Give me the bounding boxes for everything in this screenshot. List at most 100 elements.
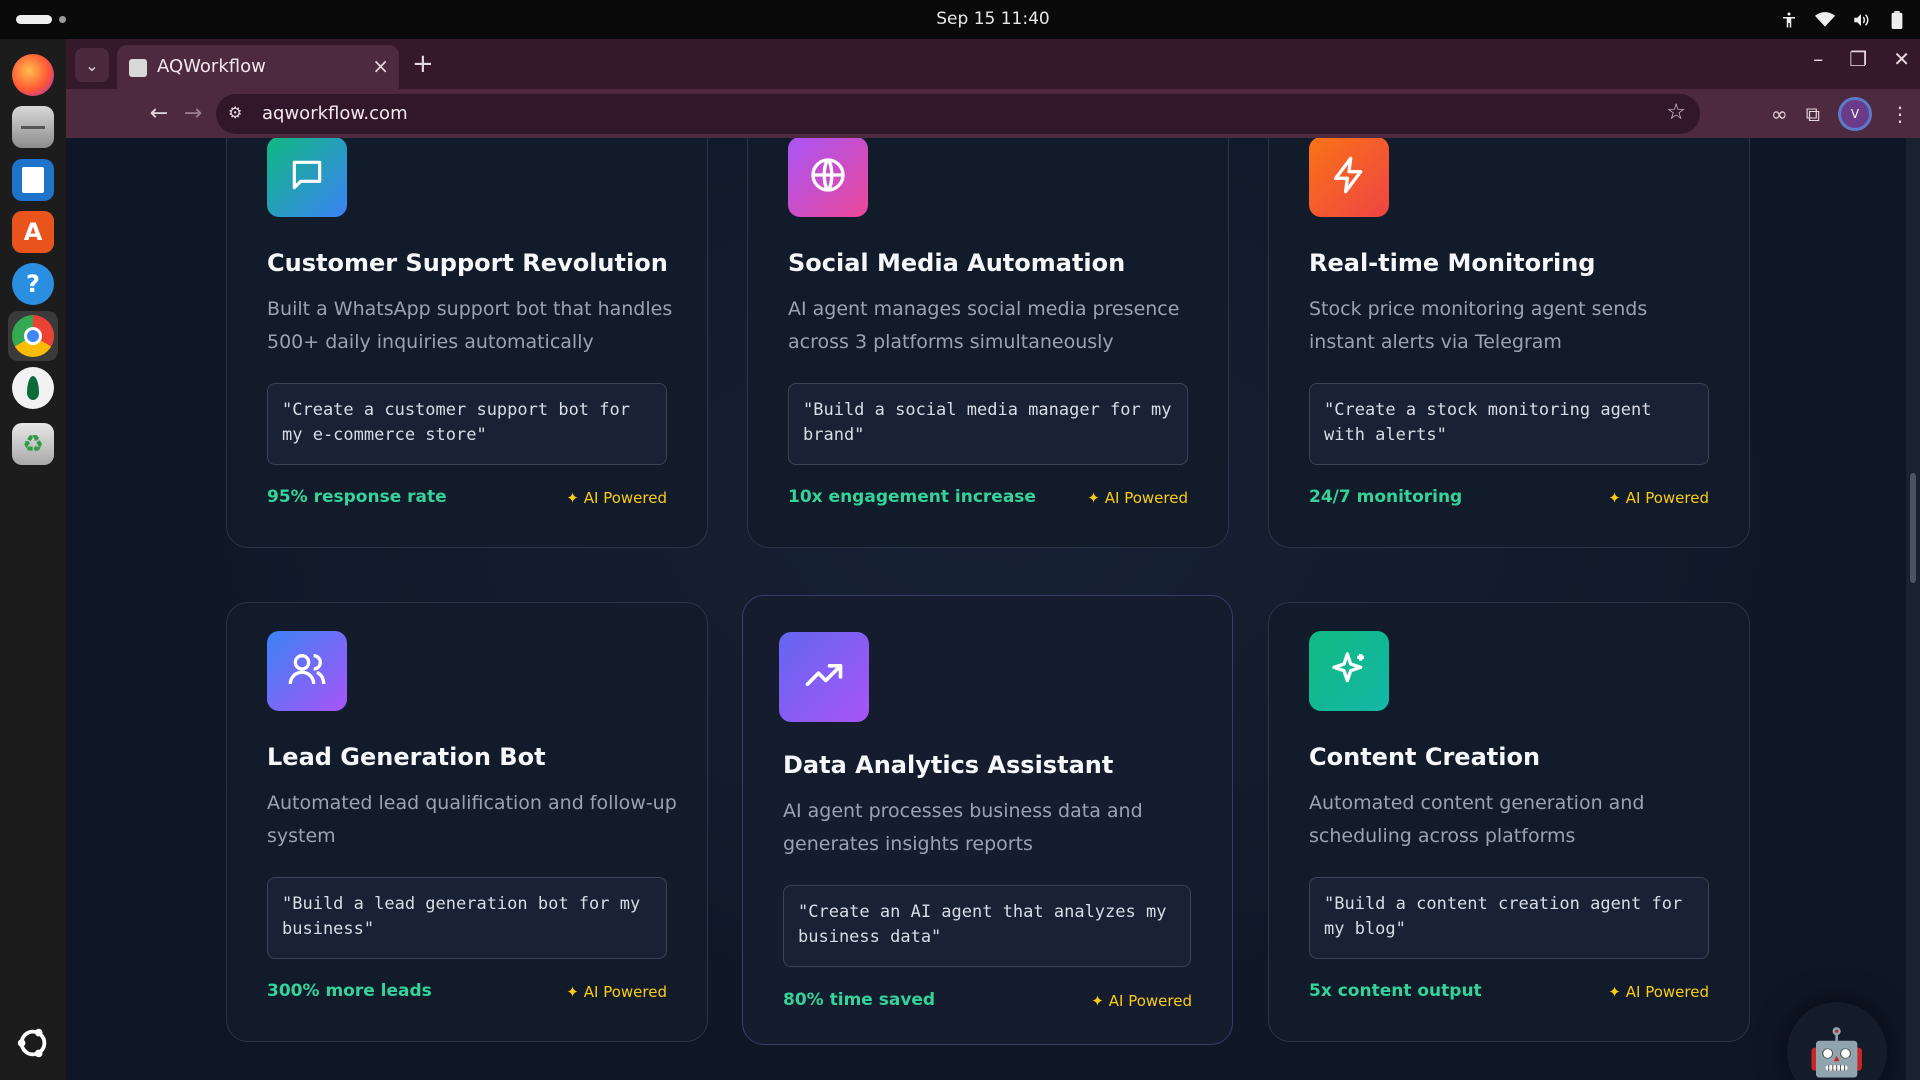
prompt-example[interactable]: "Build a content creation agent for my b… — [1309, 877, 1709, 959]
forward-button[interactable]: → — [178, 98, 208, 128]
badge-label: AI Powered — [583, 489, 667, 507]
badge-label: AI Powered — [1625, 489, 1709, 507]
extensions-puzzle-icon[interactable]: ⧉ — [1806, 102, 1820, 126]
scrollbar-thumb[interactable] — [1910, 473, 1916, 583]
site-settings-icon[interactable]: ⚙ — [228, 103, 242, 122]
firefox-launcher[interactable] — [8, 50, 58, 100]
browser-window: ⌄ AQWorkflow × + – ❐ ✕ ← → ⚙ aqworkflow.… — [66, 39, 1920, 1080]
close-tab-icon[interactable]: × — [372, 54, 389, 78]
app-center-icon: A — [12, 211, 54, 253]
new-tab-button[interactable]: + — [412, 49, 434, 79]
back-button[interactable]: ← — [144, 98, 174, 128]
prompt-example[interactable]: "Build a social media manager for my bra… — [788, 383, 1188, 465]
prompt-example[interactable]: "Create a customer support bot for my e-… — [267, 383, 667, 465]
card-description: Stock price monitoring agent sends insta… — [1309, 298, 1648, 353]
arrow-left-icon: ← — [149, 100, 169, 126]
prompt-example[interactable]: "Create a stock monitoring agent with al… — [1309, 383, 1709, 465]
card-metric: 10x engagement increase — [788, 487, 1036, 507]
firefox-icon — [12, 54, 54, 96]
maximize-icon[interactable]: ❐ — [1849, 47, 1867, 71]
ai-powered-badge: ✦ AI Powered — [1087, 489, 1188, 507]
case-card[interactable]: Lead Generation Bot Automated lead quali… — [226, 602, 708, 1042]
files-launcher[interactable] — [8, 102, 58, 152]
card-metric: 80% time saved — [783, 990, 936, 1010]
card-metric: 300% more leads — [267, 981, 432, 1001]
chrome-icon — [12, 315, 54, 357]
tab-title: AQWorkflow — [157, 56, 266, 77]
trash-icon: ♻ — [12, 423, 54, 465]
prompt-example[interactable]: "Create an AI agent that analyzes my bus… — [783, 885, 1191, 967]
card-metric: 95% response rate — [267, 487, 447, 507]
card-description: AI agent processes business data and gen… — [783, 800, 1143, 855]
minimize-icon[interactable]: – — [1813, 47, 1823, 71]
card-metric: 5x content output — [1309, 981, 1482, 1001]
arrow-right-icon: → — [183, 100, 203, 126]
badge-label: AI Powered — [1108, 992, 1192, 1010]
volume-icon[interactable] — [1850, 9, 1872, 31]
badge-label: AI Powered — [1104, 489, 1188, 507]
card-title: Data Analytics Assistant — [783, 751, 1114, 779]
address-bar[interactable]: ⚙ aqworkflow.com ☆ — [216, 94, 1700, 134]
infinity-extension-icon[interactable]: ∞ — [1771, 102, 1788, 126]
toolbar-actions: ∞ ⧉ V ⋮ — [1771, 97, 1910, 131]
tab-aqworkflow[interactable]: AQWorkflow × — [117, 45, 399, 89]
accessibility-icon[interactable] — [1778, 9, 1800, 31]
sparkle-icon: ✦ — [1608, 489, 1621, 507]
sparkles-icon — [1329, 649, 1369, 693]
show-apps-launcher[interactable] — [8, 1018, 58, 1068]
case-card[interactable]: Content Creation Automated content gener… — [1268, 602, 1750, 1042]
os-top-bar: Sep 15 11:40 — [0, 0, 1920, 39]
page-scrollbar[interactable] — [1906, 138, 1920, 1080]
tab-strip: ⌄ AQWorkflow × + – ❐ ✕ — [66, 39, 1920, 89]
more-menu-icon[interactable]: ⋮ — [1890, 102, 1910, 126]
page-content: Customer Support Revolution Built a What… — [66, 138, 1920, 1080]
help-icon: ? — [12, 263, 54, 305]
window-controls: – ❐ ✕ — [1813, 47, 1910, 71]
lightning-icon — [1329, 155, 1369, 199]
profile-avatar[interactable]: V — [1838, 97, 1872, 131]
writer-launcher[interactable] — [8, 155, 58, 205]
badge-label: AI Powered — [1625, 983, 1709, 1001]
clock[interactable]: Sep 15 11:40 — [0, 9, 1920, 29]
trash-launcher[interactable]: ♻ — [8, 419, 58, 469]
card-icon-box — [267, 138, 347, 217]
mongodb-compass-launcher[interactable] — [8, 363, 58, 413]
profile-initial: V — [1850, 107, 1860, 121]
card-description: Built a WhatsApp support bot that handle… — [267, 298, 673, 353]
wifi-icon[interactable] — [1814, 9, 1836, 31]
users-icon — [287, 649, 327, 693]
help-launcher[interactable]: ? — [8, 259, 58, 309]
case-card[interactable]: Social Media Automation AI agent manages… — [747, 138, 1229, 548]
tab-search-button[interactable]: ⌄ — [75, 48, 109, 82]
card-description: AI agent manages social media presence a… — [788, 298, 1180, 353]
ubuntu-logo-icon — [12, 1022, 54, 1064]
chat-assistant-button[interactable]: 🤖 — [1787, 1002, 1887, 1080]
close-window-icon[interactable]: ✕ — [1893, 47, 1910, 71]
bookmark-star-icon[interactable]: ☆ — [1666, 100, 1686, 125]
card-description: Automated content generation and schedul… — [1309, 792, 1645, 847]
ai-powered-badge: ✦ AI Powered — [1608, 489, 1709, 507]
card-icon-box — [788, 138, 868, 217]
card-icon-box — [267, 631, 347, 711]
url-text[interactable]: aqworkflow.com — [262, 103, 408, 124]
case-card[interactable]: Customer Support Revolution Built a What… — [226, 138, 708, 548]
battery-icon[interactable] — [1886, 9, 1908, 31]
browser-toolbar: ← → ⚙ aqworkflow.com ☆ ∞ ⧉ V ⋮ — [66, 89, 1920, 138]
card-description: Automated lead qualification and follow-… — [267, 792, 677, 847]
card-icon-box — [779, 632, 869, 722]
card-icon-box — [1309, 631, 1389, 711]
chat-bubble-icon — [288, 156, 326, 198]
app-center-launcher[interactable]: A — [8, 207, 58, 257]
prompt-example[interactable]: "Build a lead generation bot for my busi… — [267, 877, 667, 959]
case-card-highlighted[interactable]: Data Analytics Assistant AI agent proces… — [742, 595, 1233, 1045]
case-card[interactable]: Real-time Monitoring Stock price monitor… — [1268, 138, 1750, 548]
sparkle-icon: ✦ — [566, 983, 579, 1001]
sparkle-icon: ✦ — [1087, 489, 1100, 507]
card-title: Customer Support Revolution — [267, 249, 668, 277]
chrome-launcher[interactable] — [8, 311, 58, 361]
card-title: Lead Generation Bot — [267, 743, 546, 771]
sparkle-icon: ✦ — [1091, 992, 1104, 1010]
globe-icon — [808, 155, 848, 199]
card-metric: 24/7 monitoring — [1309, 487, 1463, 507]
system-tray[interactable] — [1778, 9, 1908, 31]
